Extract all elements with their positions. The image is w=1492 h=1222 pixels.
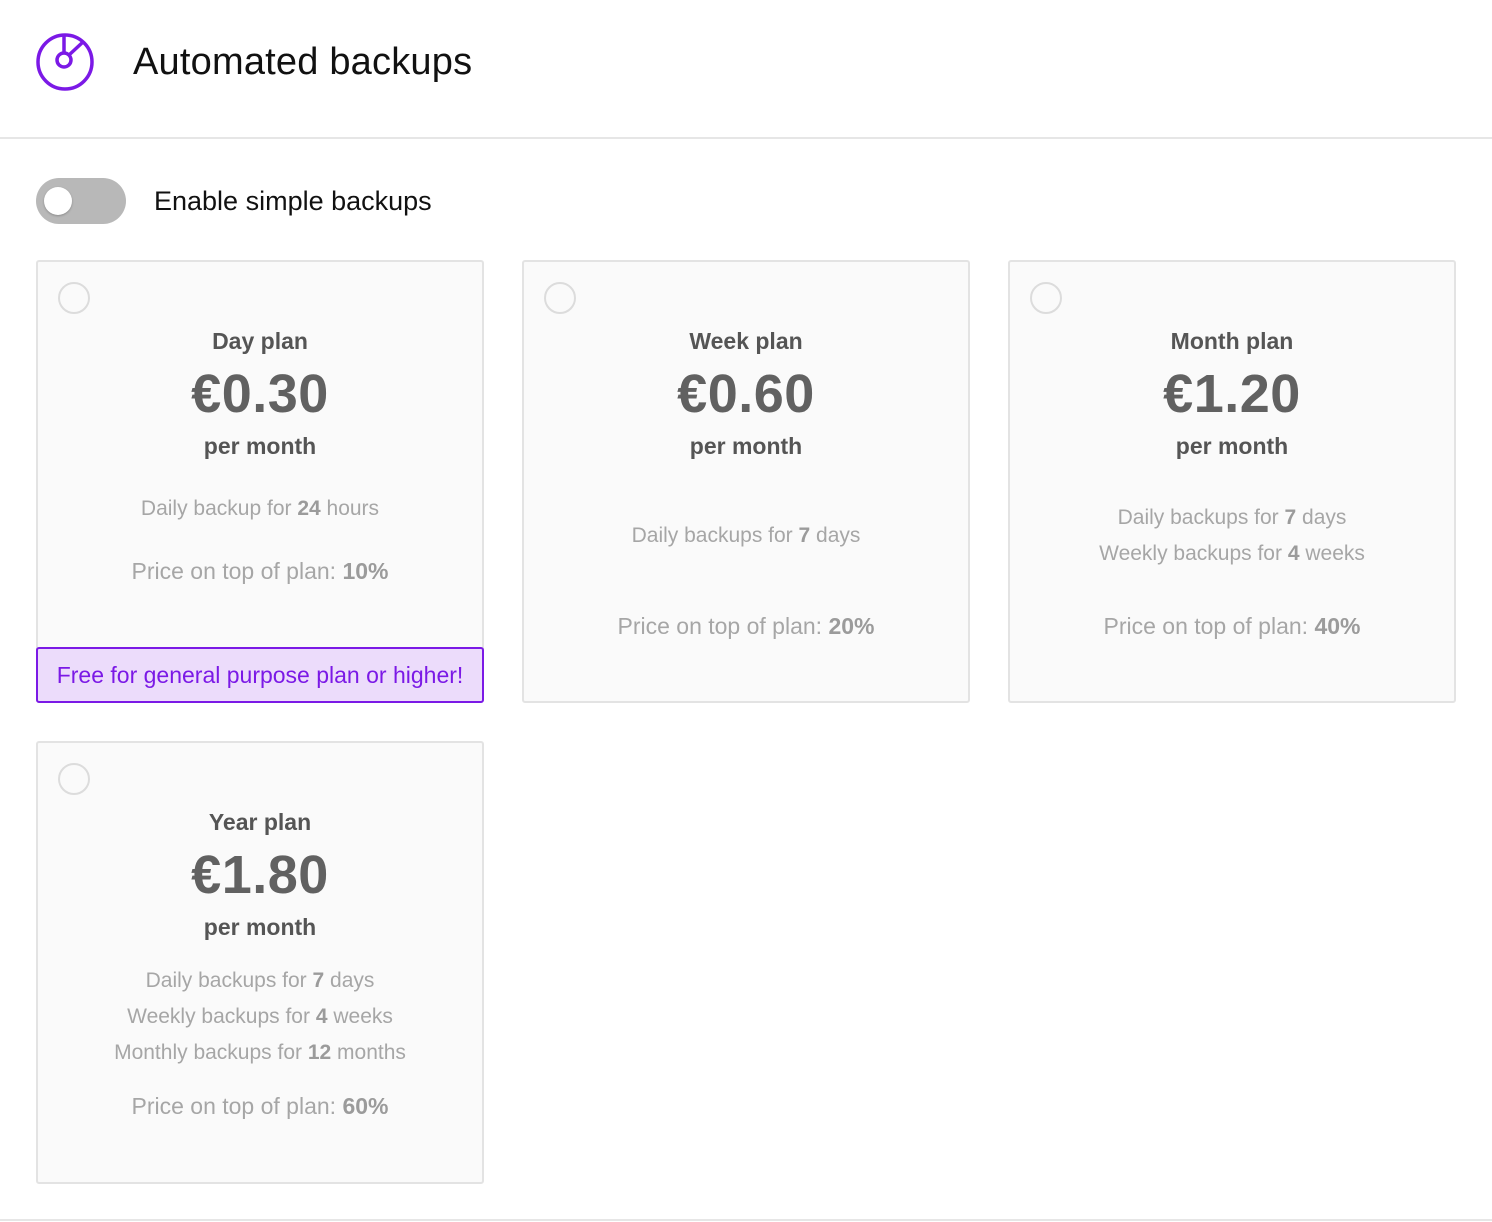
plan-period: per month [689, 433, 803, 459]
plan-radio[interactable] [1030, 282, 1062, 314]
plan-feature: Daily backup for 24 hours [140, 497, 380, 520]
simple-backups-label: Enable simple backups [154, 186, 432, 216]
plan-feature: Daily backups for 7 days [631, 524, 861, 547]
bottom-divider [0, 1219, 1492, 1221]
plan-period: per month [203, 914, 317, 940]
plan-name: Day plan [212, 328, 308, 354]
plan-name: Year plan [208, 809, 312, 835]
plan-card-week[interactable]: Week plan €0.60 per month Daily backups … [522, 260, 970, 703]
page-header: Automated backups [0, 0, 1492, 139]
plan-feature: Weekly backups for 4 weeks [127, 1005, 393, 1028]
free-promo-banner: Free for general purpose plan or higher! [36, 647, 484, 703]
toggle-knob [44, 187, 72, 215]
plan-feature: Monthly backups for 12 months [114, 1041, 406, 1064]
plan-period: per month [1175, 433, 1289, 459]
plan-period: per month [203, 433, 317, 459]
plan-price: €0.60 [677, 364, 815, 424]
plan-card-day[interactable]: Day plan €0.30 per month Daily backup fo… [36, 260, 484, 703]
plan-price: €0.30 [191, 364, 329, 424]
plan-name: Month plan [1170, 328, 1294, 354]
plan-surcharge: Price on top of plan: 10% [131, 558, 389, 584]
plan-price: €1.20 [1163, 364, 1301, 424]
backup-dial-icon [36, 33, 94, 91]
plan-radio[interactable] [544, 282, 576, 314]
plan-surcharge: Price on top of plan: 40% [1103, 613, 1361, 639]
plan-radio[interactable] [58, 763, 90, 795]
plan-feature: Daily backups for 7 days [1117, 506, 1347, 529]
plan-surcharge: Price on top of plan: 60% [131, 1093, 389, 1119]
page-title: Automated backups [133, 41, 473, 83]
plan-surcharge: Price on top of plan: 20% [617, 613, 875, 639]
plan-card-year[interactable]: Year plan €1.80 per month Daily backups … [36, 741, 484, 1184]
plan-name: Week plan [689, 328, 803, 354]
plan-feature: Weekly backups for 4 weeks [1099, 542, 1365, 565]
simple-backups-toggle[interactable] [36, 178, 126, 224]
plan-card-month[interactable]: Month plan €1.20 per month Daily backups… [1008, 260, 1456, 703]
plan-radio[interactable] [58, 282, 90, 314]
plan-price: €1.80 [191, 845, 329, 905]
plan-feature: Daily backups for 7 days [145, 969, 375, 992]
